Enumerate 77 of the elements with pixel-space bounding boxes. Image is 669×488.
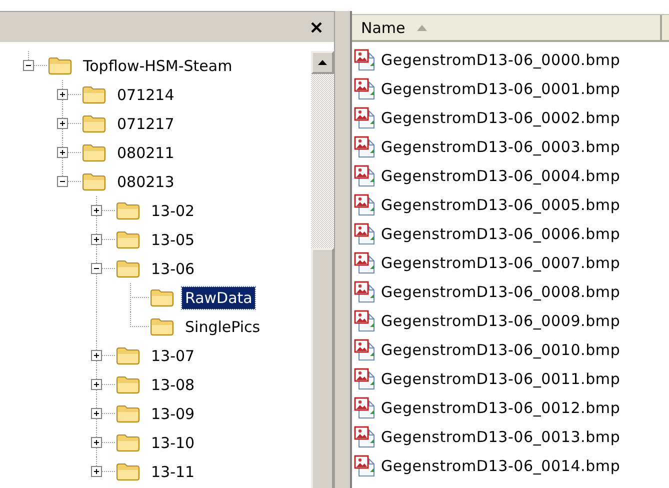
image-file-icon xyxy=(354,194,376,216)
scroll-thumb[interactable] xyxy=(311,248,334,488)
file-name[interactable]: GegenstromD13-06_0007.bmp xyxy=(379,252,622,272)
tree-toggle[interactable] xyxy=(91,466,102,477)
folder-icon xyxy=(82,85,106,104)
folder-icon xyxy=(116,259,140,278)
folder-label[interactable]: 080213 xyxy=(114,170,178,192)
tree-toggle[interactable] xyxy=(91,437,102,448)
file-name[interactable]: GegenstromD13-06_0008.bmp xyxy=(379,282,622,302)
folder-label[interactable]: 13-07 xyxy=(148,344,198,366)
image-file-icon xyxy=(354,164,376,186)
image-file-icon xyxy=(354,78,376,100)
folder-icon xyxy=(116,433,140,452)
folder-label[interactable]: 13-08 xyxy=(148,374,198,396)
image-file-icon xyxy=(354,310,376,332)
tree-toggle[interactable] xyxy=(91,263,102,274)
folder-icon xyxy=(150,288,174,307)
image-file-icon xyxy=(354,252,376,274)
file-name[interactable]: GegenstromD13-06_0002.bmp xyxy=(379,108,622,128)
file-name[interactable]: GegenstromD13-06_0003.bmp xyxy=(379,136,622,156)
folder-icon xyxy=(116,201,140,220)
folder-icon xyxy=(150,317,174,336)
file-name[interactable]: GegenstromD13-06_0013.bmp xyxy=(379,426,622,446)
file-name[interactable]: GegenstromD13-06_0010.bmp xyxy=(379,340,622,360)
file-name[interactable]: GegenstromD13-06_0012.bmp xyxy=(379,398,622,418)
folder-label[interactable]: SinglePics xyxy=(182,316,264,338)
image-file-icon xyxy=(354,338,376,360)
folder-label[interactable]: 13-02 xyxy=(148,200,198,222)
tree-toggle[interactable] xyxy=(91,350,102,361)
folder-label[interactable]: 13-10 xyxy=(148,432,198,454)
file-name[interactable]: GegenstromD13-06_0004.bmp xyxy=(379,166,622,186)
image-file-icon xyxy=(354,106,376,128)
file-name[interactable]: GegenstromD13-06_0001.bmp xyxy=(379,78,622,98)
file-name[interactable]: GegenstromD13-06_0009.bmp xyxy=(379,310,622,330)
folder-icon xyxy=(82,143,106,162)
folder-label[interactable]: 080211 xyxy=(114,142,178,164)
file-name[interactable]: GegenstromD13-06_0014.bmp xyxy=(379,456,622,476)
folder-icon xyxy=(116,230,140,249)
tree-toggle[interactable] xyxy=(57,89,68,100)
image-file-icon xyxy=(354,454,376,476)
tree-toggle[interactable] xyxy=(23,60,34,71)
folder-label[interactable]: Topflow-HSM-Steam xyxy=(80,54,236,76)
folder-label[interactable]: RawData xyxy=(182,286,256,308)
image-file-icon xyxy=(354,136,376,158)
file-name[interactable]: GegenstromD13-06_0006.bmp xyxy=(379,224,622,244)
file-name[interactable]: GegenstromD13-06_0011.bmp xyxy=(379,368,622,388)
folder-icon xyxy=(116,462,140,481)
folder-label[interactable]: 071214 xyxy=(114,84,178,106)
up-arrow-icon xyxy=(318,60,327,65)
tree-toggle[interactable] xyxy=(57,118,68,129)
image-file-icon xyxy=(354,368,376,390)
image-file-icon xyxy=(354,280,376,302)
tree-toggle[interactable] xyxy=(91,205,102,216)
file-name[interactable]: GegenstromD13-06_0000.bmp xyxy=(379,50,622,70)
tree-toggle[interactable] xyxy=(91,234,102,245)
folder-icon xyxy=(82,172,106,191)
tree-toggle[interactable] xyxy=(57,176,68,187)
folder-icon xyxy=(82,114,106,133)
folder-icon xyxy=(116,404,140,423)
file-name[interactable]: GegenstromD13-06_0005.bmp xyxy=(379,194,622,214)
image-file-icon xyxy=(354,222,376,244)
close-icon[interactable] xyxy=(311,22,322,32)
image-file-icon xyxy=(354,426,376,448)
tree-toggle[interactable] xyxy=(91,408,102,419)
tree-toggle[interactable] xyxy=(57,147,68,158)
image-file-icon xyxy=(354,396,376,418)
folder-icon xyxy=(48,56,72,75)
folder-label[interactable]: 071217 xyxy=(114,112,178,134)
folder-label[interactable]: 13-09 xyxy=(148,402,198,424)
folder-label[interactable]: 13-05 xyxy=(148,228,198,250)
image-file-icon xyxy=(354,48,376,70)
folder-label[interactable]: 13-06 xyxy=(148,258,198,280)
folder-icon xyxy=(116,346,140,365)
tree-toggle[interactable] xyxy=(91,379,102,390)
folder-icon xyxy=(116,375,140,394)
folder-label[interactable]: 13-11 xyxy=(148,460,198,482)
scroll-up-button[interactable] xyxy=(311,51,334,74)
